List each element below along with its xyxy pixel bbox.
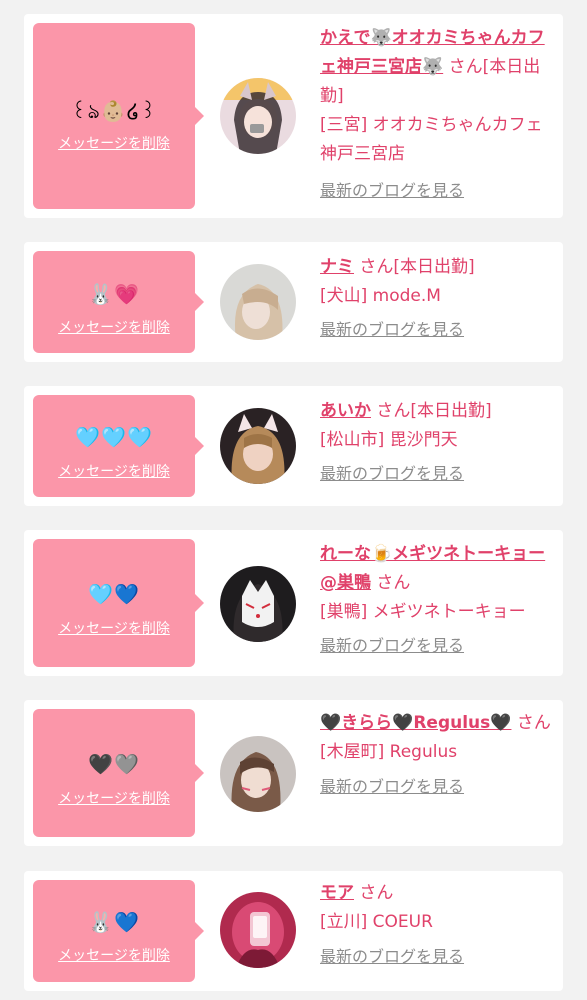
honorific: さん bbox=[376, 401, 411, 421]
message-card: 🐰💗 メッセージを削除 ナミ さん[本日出勤] [犬山] mode.M 最新のブ… bbox=[24, 242, 563, 362]
message-emoji: 🖤🩶 bbox=[88, 752, 140, 776]
girl-name-link[interactable]: 🖤きらら🖤Regulus🖤 bbox=[320, 713, 511, 733]
latest-blog-link[interactable]: 最新のブログを見る bbox=[320, 319, 556, 341]
message-card: 🖤🩶 メッセージを削除 🖤きらら🖤Regulus🖤 さん [木屋町] Regul… bbox=[24, 700, 563, 846]
delete-message-link[interactable]: メッセージを削除 bbox=[33, 947, 195, 965]
message-emoji: ꒰ঌ👶🏼໒꒱ bbox=[70, 99, 157, 123]
avatar[interactable] bbox=[220, 566, 296, 642]
girl-photo-icon bbox=[220, 408, 296, 484]
name-line: ナミ さん[本日出勤] bbox=[320, 253, 556, 282]
message-box: 🩵🩵🩵 メッセージを削除 bbox=[33, 395, 204, 497]
latest-blog-link[interactable]: 最新のブログを見る bbox=[320, 463, 556, 485]
honorific: さん bbox=[516, 713, 551, 733]
message-box: 🐰💙 メッセージを削除 bbox=[33, 880, 204, 982]
delete-message-link[interactable]: メッセージを削除 bbox=[33, 135, 195, 153]
girl-name-link[interactable]: ナミ bbox=[320, 257, 354, 277]
avatar[interactable] bbox=[220, 892, 296, 968]
girl-info: かえで🐺オオカミちゃんカフェ神戸三宮店🐺 さん[本日出勤] [三宮] オオカミち… bbox=[320, 24, 556, 202]
girl-photo-icon bbox=[220, 736, 296, 812]
girl-photo-icon bbox=[220, 566, 296, 642]
avatar[interactable] bbox=[220, 736, 296, 812]
name-line: かえで🐺オオカミちゃんカフェ神戸三宮店🐺 さん[本日出勤] bbox=[320, 24, 556, 111]
girl-name-link[interactable]: あいか bbox=[320, 401, 371, 421]
shop-name: [巣鴨] メギツネトーキョー bbox=[320, 602, 526, 622]
name-line: モア さん bbox=[320, 879, 556, 908]
honorific: さん bbox=[448, 57, 483, 77]
girl-name-link[interactable]: モア bbox=[320, 883, 354, 903]
honorific: さん bbox=[359, 257, 394, 277]
message-card: ꒰ঌ👶🏼໒꒱ メッセージを削除 かえで🐺オオカミちゃんカフェ神戸三宮店🐺 さん[… bbox=[24, 14, 563, 218]
shop-name: [松山市] 毘沙門天 bbox=[320, 430, 458, 450]
shop-name: [立川] COEUR bbox=[320, 912, 433, 932]
message-box: ꒰ঌ👶🏼໒꒱ メッセージを削除 bbox=[33, 23, 204, 209]
girl-photo-icon bbox=[220, 264, 296, 340]
avatar[interactable] bbox=[220, 78, 296, 154]
honorific: さん bbox=[359, 883, 394, 903]
message-card: 🩵💙 メッセージを削除 れーな🍺メギツネトーキョー@巣鴨 さん [巣鴨] メギツ… bbox=[24, 530, 563, 676]
girl-info: あいか さん[本日出勤] [松山市] 毘沙門天 最新のブログを見る bbox=[320, 397, 556, 485]
girl-name-link[interactable]: れーな🍺メギツネトーキョー@巣鴨 bbox=[320, 544, 545, 593]
message-box: 🖤🩶 メッセージを削除 bbox=[33, 709, 204, 837]
message-emoji: 🩵🩵🩵 bbox=[75, 425, 153, 449]
delete-message-link[interactable]: メッセージを削除 bbox=[33, 790, 195, 808]
honorific: さん bbox=[376, 573, 411, 593]
shop-name: [木屋町] Regulus bbox=[320, 742, 458, 762]
girl-info: 🖤きらら🖤Regulus🖤 さん [木屋町] Regulus 最新のブログを見る bbox=[320, 709, 556, 798]
message-box: 🐰💗 メッセージを削除 bbox=[33, 251, 204, 353]
latest-blog-link[interactable]: 最新のブログを見る bbox=[320, 635, 556, 657]
name-line: あいか さん[本日出勤] bbox=[320, 397, 556, 426]
delete-message-link[interactable]: メッセージを削除 bbox=[33, 319, 195, 337]
girl-info: ナミ さん[本日出勤] [犬山] mode.M 最新のブログを見る bbox=[320, 253, 556, 341]
girl-photo-icon bbox=[220, 892, 296, 968]
message-emoji: 🐰💗 bbox=[88, 282, 140, 306]
attendance-status: [本日出勤] bbox=[393, 257, 475, 277]
latest-blog-link[interactable]: 最新のブログを見る bbox=[320, 180, 556, 202]
girl-info: モア さん [立川] COEUR 最新のブログを見る bbox=[320, 879, 556, 968]
girl-info: れーな🍺メギツネトーキョー@巣鴨 さん [巣鴨] メギツネトーキョー 最新のブロ… bbox=[320, 540, 556, 657]
message-card: 🐰💙 メッセージを削除 モア さん [立川] COEUR 最新のブログを見る bbox=[24, 871, 563, 991]
delete-message-link[interactable]: メッセージを削除 bbox=[33, 463, 195, 481]
message-card: 🩵🩵🩵 メッセージを削除 あいか さん[本日出勤] [松山市] 毘沙門天 最新の… bbox=[24, 386, 563, 506]
delete-message-link[interactable]: メッセージを削除 bbox=[33, 620, 195, 638]
girl-photo-icon bbox=[220, 78, 296, 154]
message-emoji: 🩵💙 bbox=[88, 582, 140, 606]
shop-name: [三宮] オオカミちゃんカフェ神戸三宮店 bbox=[320, 115, 543, 164]
latest-blog-link[interactable]: 最新のブログを見る bbox=[320, 946, 556, 968]
avatar[interactable] bbox=[220, 264, 296, 340]
message-emoji: 🐰💙 bbox=[88, 910, 140, 934]
message-box: 🩵💙 メッセージを削除 bbox=[33, 539, 204, 667]
avatar[interactable] bbox=[220, 408, 296, 484]
name-line: れーな🍺メギツネトーキョー@巣鴨 さん bbox=[320, 540, 556, 598]
attendance-status: [本日出勤] bbox=[410, 401, 492, 421]
shop-name: [犬山] mode.M bbox=[320, 286, 441, 306]
latest-blog-link[interactable]: 最新のブログを見る bbox=[320, 776, 556, 798]
name-line: 🖤きらら🖤Regulus🖤 さん bbox=[320, 709, 556, 738]
